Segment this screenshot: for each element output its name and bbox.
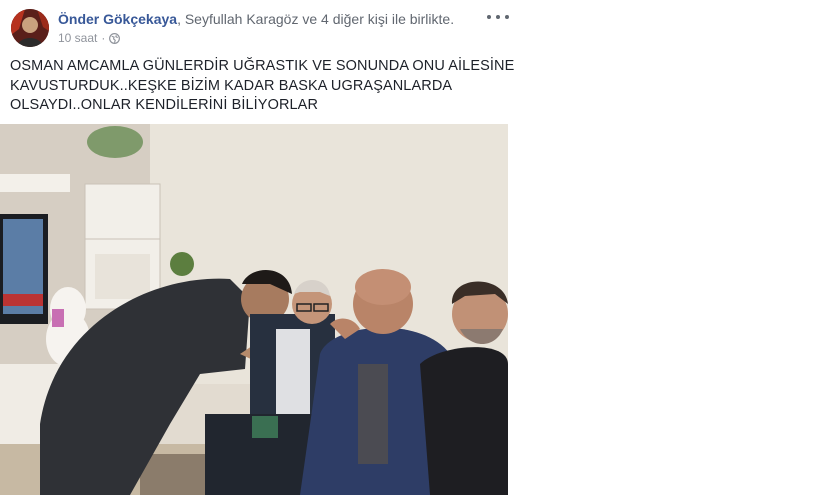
post-photo[interactable] [0, 124, 508, 495]
dot [487, 15, 491, 19]
post-text-line: OLSAYDI..ONLAR KENDİLERİNİ BİLİYORLAR [10, 97, 319, 113]
post-text-line: KAVUSTURDUK..KEŞKE BİZİM KADAR BASKA UGR… [10, 77, 453, 94]
dot [496, 15, 500, 19]
post-time[interactable]: 10 saat [58, 31, 97, 45]
post-text-line: OSMAN AMCAMLA GÜNLERDİR UĞRASTIK VE SONU… [10, 58, 515, 74]
author-name[interactable]: Önder Gökçekaya [58, 11, 177, 27]
tagged-person[interactable]: Seyfullah Karagöz [185, 11, 299, 27]
dot [505, 15, 509, 19]
post-meta: 10 saat · [58, 31, 121, 45]
post-header: Önder Gökçekaya, Seyfullah Karagöz ve 4 … [58, 11, 454, 27]
meta-separator: · [101, 31, 106, 45]
globe-icon[interactable] [109, 32, 121, 44]
facebook-post: Önder Gökçekaya, Seyfullah Karagöz ve 4 … [0, 0, 837, 495]
author-avatar[interactable] [11, 9, 49, 47]
tagged-others[interactable]: ve 4 diğer kişi ile birlikte. [298, 11, 454, 27]
tag-prefix: , [177, 11, 185, 27]
more-options-icon[interactable] [487, 8, 509, 26]
post-text: OSMAN AMCAMLA GÜNLERDİR UĞRASTIK VE SONU… [10, 57, 515, 116]
